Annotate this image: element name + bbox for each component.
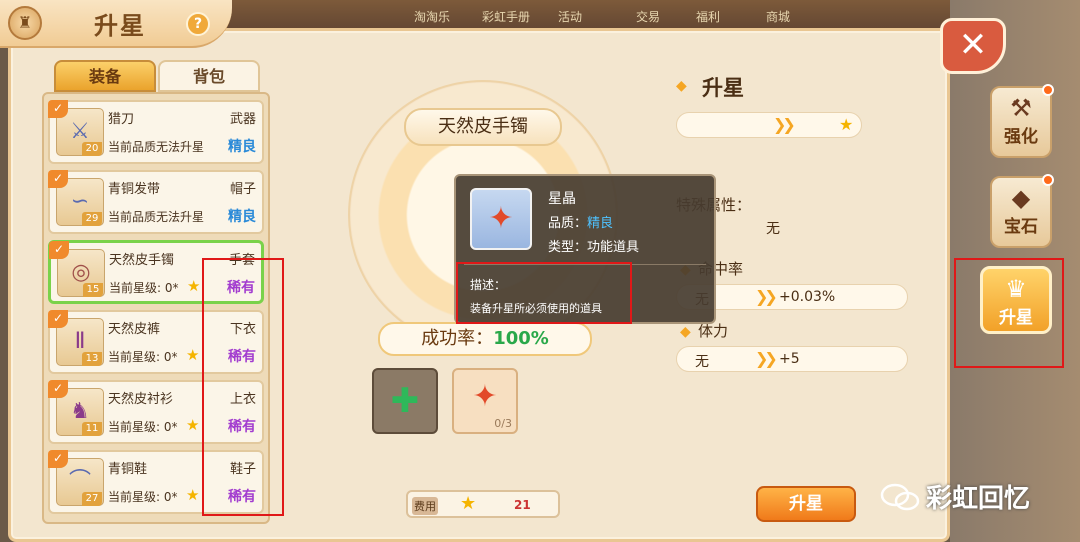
check-icon: ✓ xyxy=(49,241,69,259)
upgrade-star-button[interactable]: 升星 xyxy=(756,486,856,522)
check-icon: ✓ xyxy=(48,310,68,328)
page-title: 升星 xyxy=(94,12,146,40)
level-badge: 27 xyxy=(82,492,102,506)
notification-dot xyxy=(1042,84,1054,96)
level-badge: 20 xyxy=(82,142,102,156)
nav-item[interactable]: 淘淘乐 xyxy=(414,8,450,25)
star-crystal-icon: ✦ xyxy=(472,379,498,414)
highlight-box xyxy=(202,258,284,516)
level-badge: 13 xyxy=(82,352,102,366)
side-tab-gem[interactable]: ◆ 宝石 xyxy=(990,174,1054,248)
special-attr-value: 无 xyxy=(766,221,780,237)
tooltip-quality-label: 品质： xyxy=(548,216,588,231)
item-type: 武器 xyxy=(229,112,256,127)
arrow-icon: ❯❯ xyxy=(755,349,778,368)
highlight-box xyxy=(456,262,632,324)
star-icon: ★ xyxy=(186,486,200,504)
help-icon[interactable]: ? xyxy=(186,12,210,36)
level-badge: 11 xyxy=(82,422,102,436)
star-icon: ★ xyxy=(187,277,201,295)
star-crystal-icon: ✦ xyxy=(470,188,532,250)
check-icon: ✓ xyxy=(48,100,68,118)
item-name: 青铜鞋 xyxy=(108,462,148,477)
item-type: 帽子 xyxy=(229,182,256,197)
list-item[interactable]: ∽ 29 ✓ 青铜发带 帽子 当前品质无法升星 精良 xyxy=(48,170,264,234)
nav-item[interactable]: 商城 xyxy=(766,8,790,25)
item-desc: 当前品质无法升星 xyxy=(108,210,205,224)
nav-item[interactable]: 活动 xyxy=(558,8,582,25)
diamond-icon: ◆ xyxy=(680,324,691,340)
title-bar: ♜ 升星 ? xyxy=(0,0,232,48)
check-icon: ✓ xyxy=(48,170,68,188)
star-icon: ★ xyxy=(839,115,854,134)
star-icon: ★ xyxy=(186,346,200,364)
level-badge: 29 xyxy=(82,212,102,226)
quality-badge: 精良 xyxy=(228,139,256,155)
side-tab-label: 强化 xyxy=(1004,127,1038,147)
item-desc: 当前品质无法升星 xyxy=(108,140,205,154)
tooltip-quality: 品质：精良 xyxy=(548,212,613,231)
cost-value: 21 xyxy=(514,498,531,512)
success-rate-label: 成功率： xyxy=(421,328,494,349)
highlight-box xyxy=(954,258,1064,368)
close-button[interactable]: ✕ xyxy=(940,18,1006,74)
stamina-from: 无 xyxy=(695,354,709,370)
item-name: 青铜发带 xyxy=(108,182,161,197)
quality-badge: 精良 xyxy=(228,209,256,225)
gem-icon: ◆ xyxy=(1011,184,1031,212)
tab-equipment[interactable]: 装备 xyxy=(54,60,156,92)
level-badge: 15 xyxy=(83,283,103,297)
item-desc: 当前星级: 0* xyxy=(108,420,178,434)
add-material-slot[interactable]: ✚ xyxy=(372,368,438,434)
tooltip-quality-value: 精良 xyxy=(587,216,614,231)
check-icon: ✓ xyxy=(48,450,68,468)
item-desc: 当前星级: 0* xyxy=(109,281,179,295)
list-item[interactable]: ⚔ 20 ✓ 猎刀 武器 当前品质无法升星 精良 xyxy=(48,100,264,164)
slot-count: 0/3 xyxy=(494,417,512,430)
diamond-icon: ◆ xyxy=(676,78,687,94)
cost-bar: 费用 ★ 21 xyxy=(406,490,560,518)
star-icon: ★ xyxy=(186,416,200,434)
item-name: 天然皮手镯 xyxy=(109,253,175,268)
arrow-icon: ❯❯ xyxy=(755,287,778,306)
success-rate: 成功率：100% xyxy=(378,322,592,356)
item-name: 天然皮衬衫 xyxy=(108,392,174,407)
anvil-icon: ⚒ xyxy=(1010,94,1032,122)
tooltip-item-name: 星晶 xyxy=(548,191,576,207)
success-rate-value: 100% xyxy=(493,328,549,349)
star-currency-icon: ★ xyxy=(460,493,477,514)
stamina-bar: 无 ❯❯ +5 xyxy=(676,346,908,372)
selected-item-title: 天然皮手镯 xyxy=(404,108,562,146)
notification-dot xyxy=(1042,174,1054,186)
side-tab-label: 宝石 xyxy=(1004,217,1038,237)
nav-item[interactable]: 福利 xyxy=(696,8,720,25)
item-desc: 当前星级: 0* xyxy=(108,350,178,364)
side-tab-enhance[interactable]: ⚒ 强化 xyxy=(990,84,1054,158)
star-crystal-slot[interactable]: ✦ 0/3 xyxy=(452,368,518,434)
item-desc: 当前星级: 0* xyxy=(108,490,178,504)
arrow-icon: ❯❯ xyxy=(773,115,796,134)
cost-label: 费用 xyxy=(412,497,438,515)
watermark-text: 彩虹回忆 xyxy=(926,484,1031,514)
tooltip-type: 类型：功能道具 xyxy=(548,240,640,255)
nav-item[interactable]: 交易 xyxy=(636,8,660,25)
wechat-icon xyxy=(880,483,920,511)
star-progress-bar: ❯❯ ★ xyxy=(676,112,862,138)
stamina-to: +5 xyxy=(779,351,800,367)
panel-emblem-icon: ♜ xyxy=(8,6,42,40)
check-icon: ✓ xyxy=(48,380,68,398)
item-name: 猎刀 xyxy=(108,112,135,127)
hit-rate-to: +0.03% xyxy=(779,289,836,305)
section-title: 升星 xyxy=(702,76,744,100)
plus-icon: ✚ xyxy=(390,381,420,421)
tab-bag[interactable]: 背包 xyxy=(158,60,260,92)
nav-item[interactable]: 彩虹手册 xyxy=(482,8,530,25)
item-name: 天然皮裤 xyxy=(108,322,161,337)
